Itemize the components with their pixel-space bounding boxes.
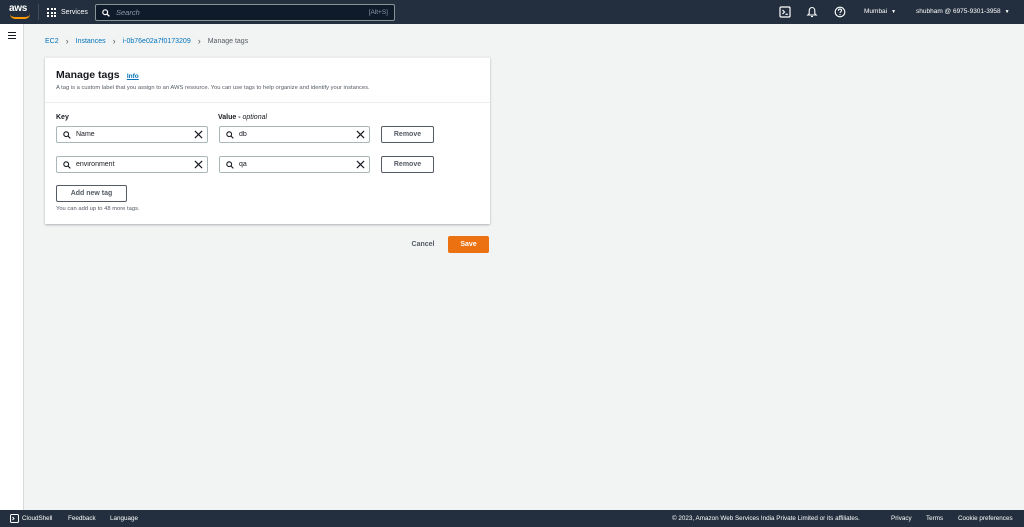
clear-icon[interactable] [194,160,203,169]
clear-icon[interactable] [356,130,365,139]
optional-label: optional [242,114,268,121]
page-title: Manage tags [56,69,120,81]
services-label: Services [61,9,88,16]
cloudshell-icon[interactable] [10,514,19,523]
tag-key-input[interactable] [76,161,176,168]
region-selector[interactable]: Mumbai ▼ [864,8,896,15]
clear-icon[interactable] [194,130,203,139]
chevron-right-icon: › [112,36,116,46]
tag-value-input[interactable] [239,131,339,138]
search-icon [226,130,234,139]
remove-tag-button[interactable]: Remove [381,156,434,173]
tag-key-field[interactable] [56,156,208,173]
tag-key-field[interactable] [56,126,208,143]
help-icon[interactable] [834,6,846,18]
value-label: Value - [218,114,243,121]
privacy-link[interactable]: Privacy [891,515,912,522]
cookie-preferences-link[interactable]: Cookie preferences [958,515,1013,522]
caret-down-icon: ▼ [891,9,897,15]
feedback-link[interactable]: Feedback [68,515,96,522]
aws-smile-icon [10,14,30,19]
aws-logo[interactable]: aws [9,3,31,21]
add-new-tag-button[interactable]: Add new tag [56,185,127,202]
side-navigation-rail [0,24,24,510]
nav-divider [38,4,39,20]
cloudshell-icon[interactable] [779,6,791,18]
caret-down-icon: ▼ [1004,9,1010,15]
tag-value-input[interactable] [239,161,339,168]
panel-description: A tag is a custom label that you assign … [56,85,370,91]
footer: CloudShell Feedback Language © 2023, Ama… [0,510,1024,527]
terms-link[interactable]: Terms [926,515,943,522]
info-link[interactable]: Info [127,73,139,80]
search-icon [102,8,110,17]
chevron-right-icon: › [65,36,69,46]
chevron-right-icon: › [197,36,201,46]
search-icon [63,160,71,169]
region-label: Mumbai [864,8,888,15]
value-column-label: Value - optional [218,114,267,121]
clear-icon[interactable] [356,160,365,169]
search-icon [63,130,71,139]
bell-icon[interactable] [806,6,818,18]
copyright-text: © 2023, Amazon Web Services India Privat… [672,515,860,522]
cancel-button[interactable]: Cancel [403,237,443,252]
search-input[interactable] [116,8,346,17]
search-box[interactable]: [Alt+S] [95,4,395,21]
aws-logo-text: aws [9,3,28,14]
account-menu[interactable]: shubham @ 6975-9301-3958 ▼ [916,8,1010,15]
breadcrumb-instances[interactable]: Instances [76,38,106,45]
breadcrumb: EC2 › Instances › i-0b76e02a7f0173209 › … [45,36,249,46]
panel-header: Manage tags Info A tag is a custom label… [45,58,490,103]
menu-icon[interactable] [8,32,16,40]
search-icon [226,160,234,169]
tag-key-input[interactable] [76,131,176,138]
save-button[interactable]: Save [448,236,489,253]
search-shortcut: [Alt+S] [368,9,388,16]
tag-limit-hint: You can add up to 48 more tags. [56,206,140,212]
tag-value-field[interactable] [219,156,370,173]
breadcrumb-current: Manage tags [207,37,249,45]
account-label: shubham @ 6975-9301-3958 [916,8,1001,15]
breadcrumb-ec2[interactable]: EC2 [45,38,59,45]
remove-tag-button[interactable]: Remove [381,126,434,143]
grid-icon [47,8,56,17]
cloudshell-link[interactable]: CloudShell [22,515,52,522]
language-link[interactable]: Language [110,515,138,522]
services-button[interactable]: Services [47,6,88,19]
manage-tags-panel: Manage tags Info A tag is a custom label… [45,57,490,224]
tag-value-field[interactable] [219,126,370,143]
breadcrumb-instance-id[interactable]: i-0b76e02a7f0173209 [123,38,191,45]
top-navigation: aws Services [Alt+S] Mumbai▼ shubham @ 6… [0,0,1024,24]
key-column-label: Key [56,114,69,121]
